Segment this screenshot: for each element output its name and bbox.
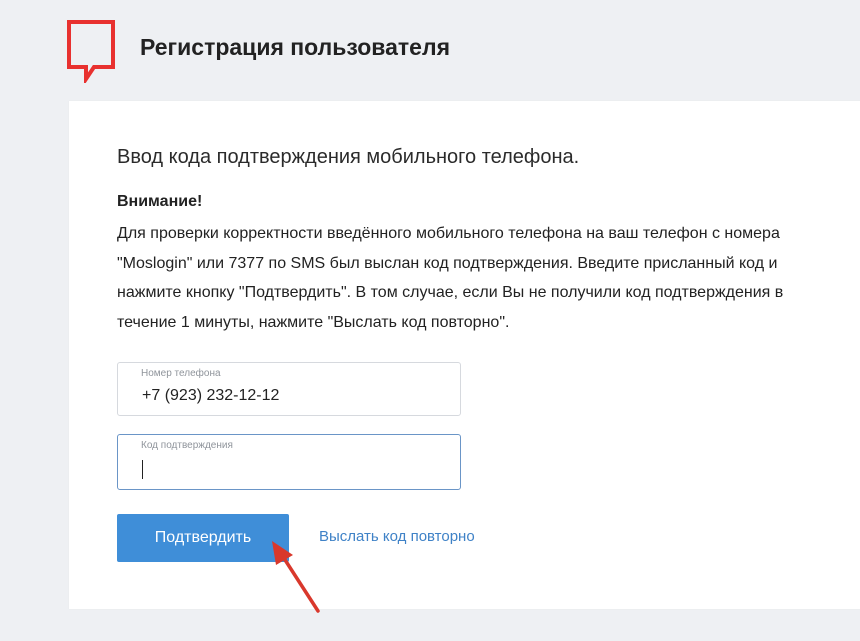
header: Регистрация пользователя [0, 0, 860, 100]
red-arrow-icon [272, 541, 320, 613]
resend-code-link[interactable]: Выслать код повторно [319, 528, 475, 545]
warning-text: Для проверки корректности введённого моб… [117, 225, 784, 331]
page-title: Регистрация пользователя [140, 34, 451, 60]
phone-field-value: +7 (923) 232-12-12 [142, 387, 280, 404]
registration-card: Ввод кода подтверждения мобильного телеф… [69, 101, 860, 609]
speech-bubble-logo-icon [67, 20, 115, 83]
warning-title: Внимание! [117, 193, 203, 210]
confirmation-code-field[interactable]: Код подтверждения [117, 434, 461, 490]
confirmation-code-label: Код подтверждения [141, 440, 233, 451]
section-title: Ввод кода подтверждения мобильного телеф… [117, 146, 580, 168]
text-cursor [142, 460, 143, 479]
confirm-button[interactable]: Подтвердить [117, 514, 289, 562]
phone-field-label: Номер телефона [141, 368, 221, 379]
phone-field[interactable]: Номер телефона +7 (923) 232-12-12 [117, 362, 461, 416]
